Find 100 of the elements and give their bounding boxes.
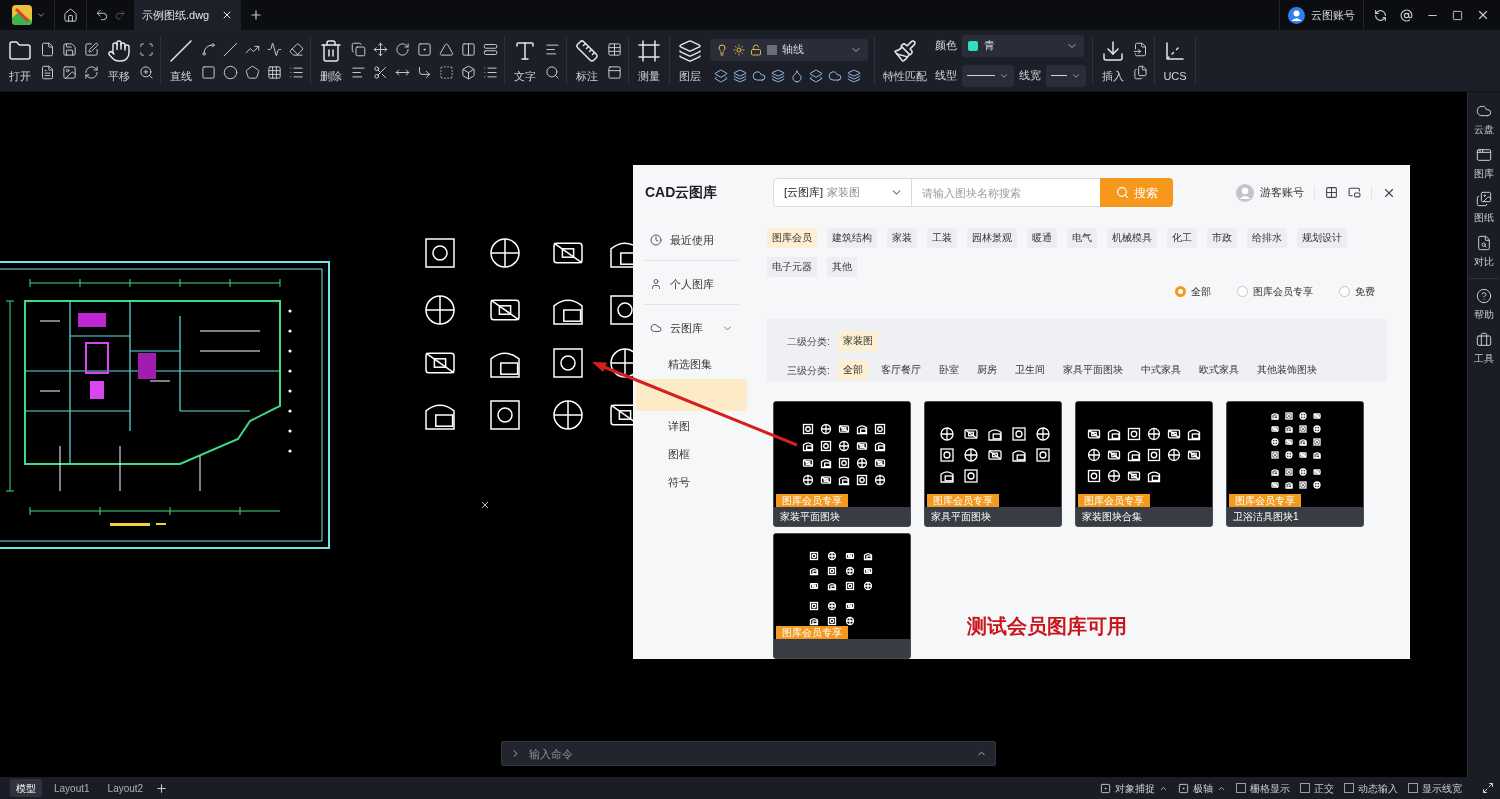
nav-subitem[interactable]: 符号 [636, 468, 747, 496]
user-name[interactable]: 云图账号 [1311, 6, 1355, 24]
layer-stack-icon[interactable] [733, 68, 747, 83]
drop-icon[interactable] [790, 68, 804, 83]
status-checkbox[interactable]: 显示线宽 [1408, 780, 1462, 796]
category-tab[interactable]: 其他装饰图块 [1251, 360, 1322, 380]
category-tab[interactable]: 建筑结构 [827, 228, 877, 248]
category-tab[interactable]: 卧室 [933, 360, 964, 380]
layer-stack-icon[interactable] [771, 68, 785, 83]
eraser-icon[interactable] [289, 41, 304, 57]
category-tab[interactable]: 化工 [1167, 228, 1197, 248]
add-layout-icon[interactable] [155, 781, 169, 795]
table-icon[interactable] [607, 41, 622, 57]
insert-button[interactable]: 插入 [1099, 39, 1127, 82]
category-tab[interactable]: 暖通 [1027, 228, 1057, 248]
dimension-button[interactable]: 标注 [573, 39, 601, 82]
side-panel-button[interactable]: 图纸 [1468, 186, 1500, 230]
status-checkbox[interactable]: 动态输入 [1344, 780, 1398, 796]
radio-option[interactable]: 图库会员专享 [1237, 283, 1313, 299]
slash-icon[interactable] [223, 41, 238, 57]
layout-tab[interactable]: 模型 [10, 779, 42, 797]
category-tab[interactable]: 家具平面图块 [1057, 360, 1128, 380]
sync-icon[interactable] [1374, 8, 1387, 22]
layer-stack-icon[interactable] [809, 68, 823, 83]
category-tab[interactable]: 规划设计 [1297, 228, 1347, 248]
lineweight-dropdown[interactable] [1046, 64, 1086, 87]
scissors-icon[interactable] [373, 64, 388, 80]
side-panel-button[interactable]: 云盘 [1468, 98, 1500, 142]
category-tab[interactable]: 机械模具 [1107, 228, 1157, 248]
nav-subitem[interactable]: 图框 [636, 440, 747, 468]
stacked-bars-icon[interactable] [483, 41, 498, 57]
grid-icon[interactable] [1325, 186, 1338, 199]
text-button[interactable]: 文字 [511, 39, 539, 82]
text-lines-icon[interactable] [545, 41, 560, 57]
search-icon[interactable] [545, 64, 560, 80]
window-icon[interactable] [1348, 186, 1361, 199]
checkbox[interactable] [1408, 783, 1418, 793]
pulse-line-icon[interactable] [267, 41, 282, 57]
document-icon[interactable] [40, 64, 55, 80]
maximize-icon[interactable] [1452, 9, 1463, 21]
zoom-icon[interactable] [139, 64, 154, 80]
category-tab[interactable]: 工装 [927, 228, 957, 248]
avatar-icon[interactable] [1288, 6, 1305, 24]
save-icon[interactable] [62, 41, 77, 57]
category-tab[interactable]: 欧式家具 [1193, 360, 1244, 380]
block-card[interactable]: 图库会员专享 卫浴洁具图块1 [1226, 401, 1364, 527]
block-card[interactable]: 图库会员专享 家具平面图块 [924, 401, 1062, 527]
block-card[interactable]: 图库会员专享 家装图块合集 [1075, 401, 1213, 527]
undo-icon[interactable] [95, 8, 109, 22]
nav-item[interactable]: 云图库 [636, 308, 747, 348]
category-tab[interactable]: 全部 [837, 360, 868, 380]
measure-button[interactable]: 测量 [635, 39, 663, 82]
triangle-icon[interactable] [439, 41, 454, 57]
category-tab[interactable]: 中式家具 [1135, 360, 1186, 380]
category-tab[interactable]: 电气 [1067, 228, 1097, 248]
scope-dropdown[interactable]: [云图库] 家装图 [773, 178, 912, 207]
checkbox[interactable] [1300, 783, 1310, 793]
copy-icon[interactable] [351, 41, 366, 57]
pan-button[interactable]: 平移 [105, 39, 133, 82]
add-tab-icon[interactable] [249, 8, 264, 22]
match-properties-button[interactable]: 特性匹配 [881, 39, 929, 82]
nav-item[interactable]: 个人图库 [636, 264, 747, 304]
layer-stack-icon[interactable] [714, 68, 728, 83]
align-lines-icon[interactable] [351, 64, 366, 80]
category-tab[interactable]: 其他 [827, 257, 857, 277]
file-icon[interactable] [40, 41, 55, 57]
pentagon-icon[interactable] [245, 64, 260, 80]
radio-option[interactable]: 全部 [1175, 283, 1211, 299]
rectangle-icon[interactable] [201, 64, 216, 80]
at-sign-icon[interactable] [1400, 8, 1413, 22]
close-icon[interactable] [1476, 8, 1490, 22]
side-panel-button[interactable]: 对比 [1468, 230, 1500, 274]
move-icon[interactable] [373, 41, 388, 57]
rotate-icon[interactable] [395, 41, 410, 57]
category-tab[interactable]: 家装 [887, 228, 917, 248]
status-toggle[interactable]: 对象捕捉 [1100, 780, 1168, 796]
scan-frame-icon[interactable] [139, 41, 154, 57]
files-icon[interactable] [1133, 64, 1148, 80]
cube-icon[interactable] [461, 64, 476, 80]
category-tab[interactable]: 客厅餐厅 [875, 360, 926, 380]
ucs-button[interactable]: UCS [1161, 39, 1189, 82]
side-panel-button[interactable]: 图库 [1468, 142, 1500, 186]
list-icon[interactable] [483, 64, 498, 80]
fullscreen-icon[interactable] [1482, 782, 1494, 794]
layout-tab[interactable]: Layout1 [48, 779, 96, 797]
status-checkbox[interactable]: 正交 [1300, 780, 1334, 796]
file-input-icon[interactable] [1133, 41, 1148, 57]
open-button[interactable]: 打开 [6, 39, 34, 82]
side-panel-button[interactable]: 帮助 [1468, 283, 1500, 327]
app-logo-icon[interactable] [12, 5, 32, 25]
checkbox[interactable] [1236, 783, 1246, 793]
color-dropdown[interactable]: 青 [962, 34, 1084, 57]
refresh-icon[interactable] [84, 64, 99, 80]
command-field[interactable]: 输入命令 [529, 744, 968, 763]
user-name[interactable]: 游客账号 [1260, 184, 1304, 201]
cloud-icon[interactable] [752, 68, 766, 83]
circle-icon[interactable] [223, 64, 238, 80]
nav-subitem[interactable] [636, 379, 747, 411]
list-icon[interactable] [289, 64, 304, 80]
layer-stack-icon[interactable] [847, 68, 861, 83]
